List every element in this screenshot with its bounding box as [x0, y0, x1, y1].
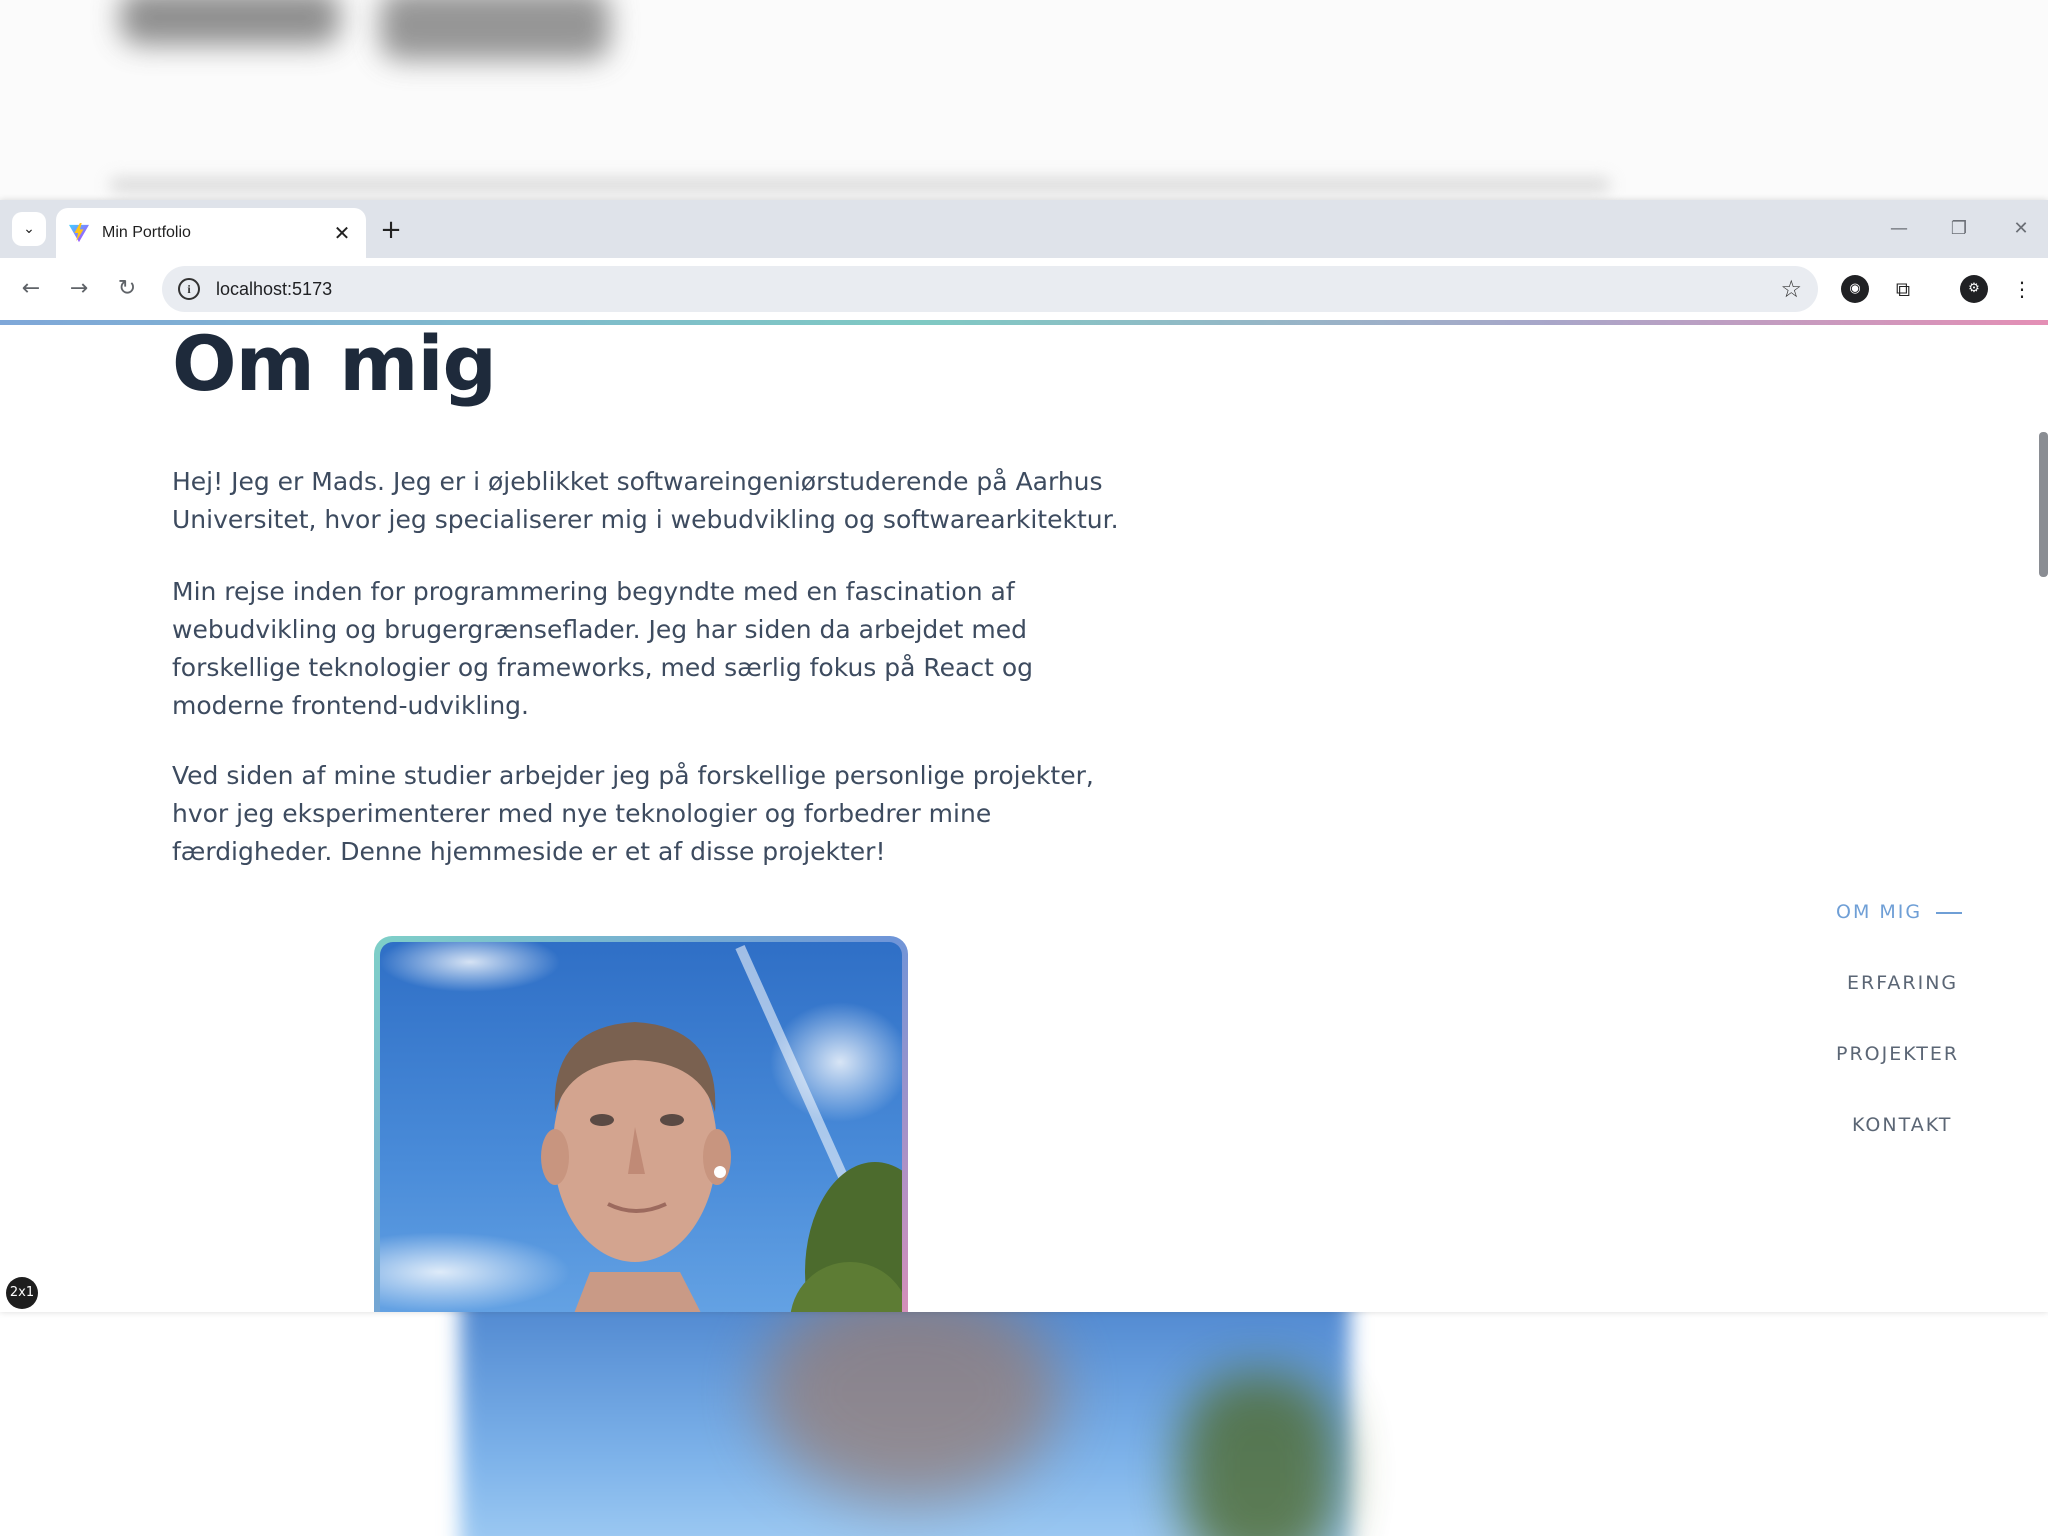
zoom-badge: 2x1 [6, 1277, 38, 1309]
tab-search-chevron-icon[interactable]: ⌄ [12, 212, 46, 246]
window-close-icon[interactable]: ✕ [2006, 214, 2036, 244]
bookmark-star-icon[interactable]: ☆ [1780, 275, 1802, 303]
nav-om-mig-label: OM MIG [1836, 901, 1923, 923]
blurred-background-top [0, 0, 2048, 200]
forward-arrow-icon[interactable]: → [62, 272, 96, 306]
nav-projekter-label: PROJEKTER [1836, 1043, 1960, 1065]
profile-avatar-icon[interactable]: ⚙ [1960, 275, 1988, 303]
portrait-image [380, 942, 902, 1312]
url-text: localhost:5173 [216, 278, 333, 299]
profile-photo [380, 942, 902, 1312]
minimize-icon[interactable]: — [1884, 214, 1914, 244]
address-bar[interactable]: i localhost:5173 ☆ [162, 266, 1818, 312]
page-scrollbar[interactable] [2039, 432, 2048, 577]
about-paragraph-3: Ved siden af mine studier arbejder jeg p… [172, 761, 1094, 866]
blurred-background-bottom [0, 1312, 2048, 1536]
nav-projekter[interactable]: PROJEKTER [1836, 1043, 1959, 1065]
browser-window: ⌄ Min Portfolio ✕ + — ❐ ✕ ← → ↻ i localh… [0, 200, 2048, 1312]
back-arrow-icon[interactable]: ← [14, 272, 48, 306]
tab-active[interactable]: Min Portfolio ✕ [56, 208, 366, 258]
browser-toolbar: ← → ↻ i localhost:5173 ☆ ◉ ⧉ ⚙ ⋮ [0, 258, 2048, 320]
portfolio-page: Om mig Hej! Jeg er Mads. Jeg er i øjebli… [0, 325, 2048, 1312]
reload-icon[interactable]: ↻ [110, 272, 144, 306]
restore-icon[interactable]: ❐ [1944, 214, 1974, 244]
extensions-puzzle-icon[interactable]: ⧉ [1889, 275, 1917, 303]
plus-icon[interactable]: + [376, 216, 406, 246]
active-indicator-dash [1936, 911, 1963, 914]
more-menu-icon[interactable]: ⋮ [2008, 275, 2036, 303]
close-icon[interactable]: ✕ [330, 221, 354, 245]
about-paragraph-2: Min rejse inden for programmering begynd… [172, 577, 1033, 720]
tab-strip: ⌄ Min Portfolio ✕ + — ❐ ✕ [0, 200, 2048, 258]
site-info-icon[interactable]: i [178, 278, 200, 300]
nav-erfaring[interactable]: ERFARING [1847, 972, 1958, 994]
nav-erfaring-label: ERFARING [1847, 972, 1959, 994]
nav-om-mig[interactable]: OM MIG [1836, 901, 1963, 923]
vite-logo-icon [69, 223, 89, 243]
tab-title: Min Portfolio [102, 224, 191, 241]
extension-shield-icon[interactable]: ◉ [1841, 275, 1869, 303]
page-title: Om mig [172, 325, 497, 408]
nav-kontakt[interactable]: KONTAKT [1852, 1114, 1952, 1136]
about-paragraph-1: Hej! Jeg er Mads. Jeg er i øjeblikket so… [172, 467, 1119, 534]
profile-photo-frame [374, 936, 908, 1312]
nav-kontakt-label: KONTAKT [1852, 1114, 1953, 1136]
